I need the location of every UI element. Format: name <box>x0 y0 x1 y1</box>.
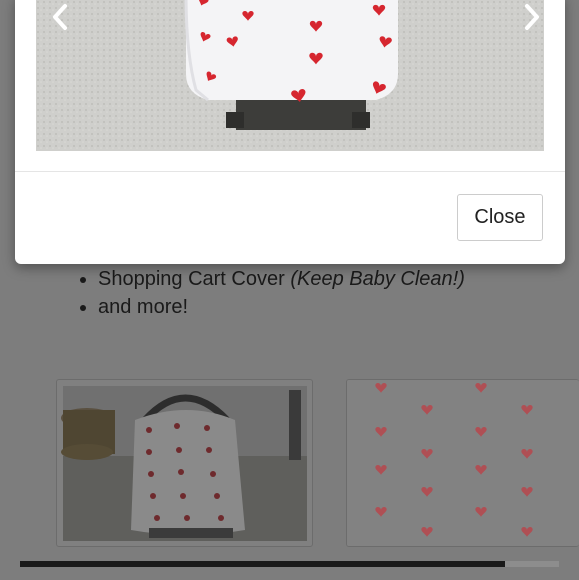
gallery-thumbnail-2[interactable] <box>346 379 579 547</box>
gallery-thumbnail-1[interactable] <box>56 379 313 547</box>
chevron-left-icon <box>53 4 67 30</box>
previous-image-button[interactable] <box>47 2 73 32</box>
modal-product-image <box>36 0 544 151</box>
list-item-text: and more! <box>98 296 189 318</box>
feature-list: Shopping Cart Cover (Keep Baby Clean!) a… <box>80 265 465 321</box>
next-image-button[interactable] <box>519 2 545 32</box>
list-item-emphasis: (Keep Baby Clean!) <box>290 268 465 290</box>
heart-pattern-swatch <box>347 380 579 546</box>
chevron-right-icon <box>525 4 539 30</box>
car-seat-cover-photo <box>36 0 544 151</box>
gallery-scrollbar-thumb[interactable] <box>20 561 506 567</box>
close-button[interactable]: Close <box>457 194 543 241</box>
list-item-text: Shopping Cart Cover <box>98 268 291 290</box>
list-item: and more! <box>98 293 465 321</box>
gallery-scrollbar[interactable] <box>20 561 559 567</box>
modal-footer-divider <box>15 171 565 172</box>
list-item: Shopping Cart Cover (Keep Baby Clean!) <box>98 265 465 293</box>
image-modal: Close <box>15 0 565 264</box>
car-seat-cover-photo <box>61 386 307 541</box>
